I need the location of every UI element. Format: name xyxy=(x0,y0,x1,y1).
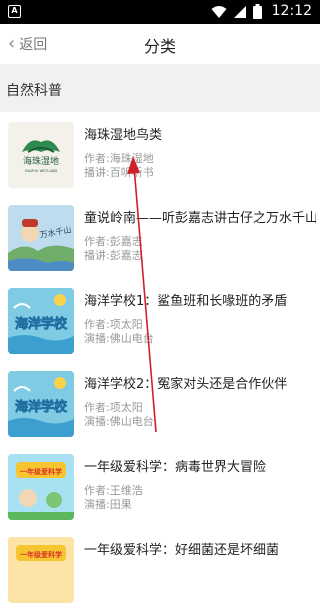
book-cover: 海洋学校 xyxy=(8,371,74,437)
item-title: 海洋学校1：鲨鱼班和长喙班的矛盾 xyxy=(84,294,288,309)
cover-logo-text: 海洋学校 xyxy=(15,399,68,415)
book-cover: 一年级爱科学 xyxy=(8,537,74,603)
cover-logo-text: 海洋学校 xyxy=(15,316,68,332)
item-title: 一年级爱科学：病毒世界大冒险 xyxy=(84,460,267,475)
item-narrator: 演播:田果 xyxy=(84,498,132,511)
app-notification-icon: A xyxy=(8,5,21,18)
status-bar: A 12:12 xyxy=(0,0,320,24)
book-cover: 万水千山 xyxy=(8,205,74,271)
item-title: 海洋学校2：冤家对头还是合作伙伴 xyxy=(84,377,288,392)
signal-icon xyxy=(234,5,246,18)
app-header: ‹ 返回 分类 xyxy=(0,24,320,64)
category-section-header: 自然科普 xyxy=(0,64,320,112)
item-narrator: 播讲:彭嘉志 xyxy=(84,249,143,262)
item-title: 海珠湿地鸟类 xyxy=(84,128,163,143)
list-item[interactable]: 一年级爱科学 一年级爱科学：病毒世界大冒险 作者:王维浩 演播:田果 xyxy=(0,444,320,527)
list-item[interactable]: 一年级爱科学 一年级爱科学：好细菌还是坏细菌 xyxy=(0,527,320,610)
list-item[interactable]: 海洋学校 海洋学校2：冤家对头还是合作伙伴 作者:项太阳 演播:佛山电台 xyxy=(0,361,320,444)
page-title: 分类 xyxy=(143,37,176,56)
book-cover: 一年级爱科学 xyxy=(8,454,74,520)
item-narrator: 播讲:百听听书 xyxy=(84,166,154,179)
cover-logo-text: 一年级爱科学 xyxy=(20,550,62,559)
cover-logo-text: 一年级爱科学 xyxy=(20,467,62,476)
item-title: 童说岭南——听彭嘉志讲古仔之万水千山 xyxy=(84,211,316,226)
book-cover: 海珠湿地 HAIZHU WETLAND xyxy=(8,122,74,188)
list-item[interactable]: 海珠湿地 HAIZHU WETLAND 海珠湿地鸟类 作者:海珠湿地 播讲:百听… xyxy=(0,112,320,195)
item-title: 一年级爱科学：好细菌还是坏细菌 xyxy=(84,543,280,558)
book-cover: 海洋学校 xyxy=(8,288,74,354)
item-narrator: 演播:佛山电台 xyxy=(84,415,154,428)
category-label: 自然科普 xyxy=(6,83,62,99)
wifi-icon xyxy=(211,5,227,18)
book-list: 海珠湿地 HAIZHU WETLAND 海珠湿地鸟类 作者:海珠湿地 播讲:百听… xyxy=(0,112,320,610)
cover-logo-sub: HAIZHU WETLAND xyxy=(25,169,58,173)
cover-logo-text: 海珠湿地 xyxy=(23,155,59,167)
battery-icon xyxy=(253,4,262,19)
list-item[interactable]: 万水千山 童说岭南——听彭嘉志讲古仔之万水千山 作者:彭嘉志 播讲:彭嘉志 xyxy=(0,195,320,278)
status-time: 12:12 xyxy=(271,3,312,19)
list-item[interactable]: 海洋学校 海洋学校1：鲨鱼班和长喙班的矛盾 作者:项太阳 演播:佛山电台 xyxy=(0,278,320,361)
item-narrator: 演播:佛山电台 xyxy=(84,332,154,345)
